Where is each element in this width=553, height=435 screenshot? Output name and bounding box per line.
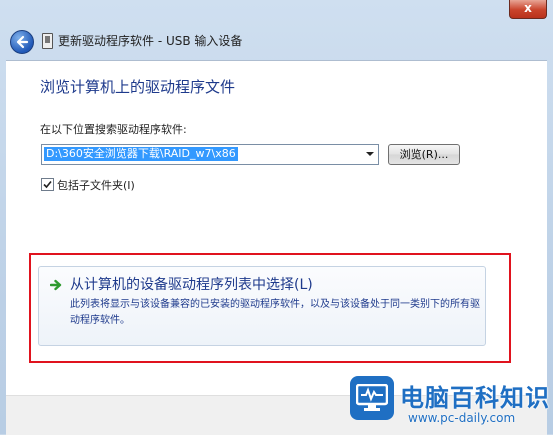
watermark: 电脑百科知识 www.pc-daily.com: [350, 372, 553, 434]
close-icon: x: [524, 1, 532, 15]
monitor-logo-icon: [350, 376, 394, 420]
close-button[interactable]: x: [509, 0, 547, 19]
watermark-url: www.pc-daily.com: [408, 411, 516, 425]
usb-device-icon: [42, 33, 53, 49]
chevron-down-icon[interactable]: [366, 152, 374, 156]
page-heading: 浏览计算机上的驱动程序文件: [40, 78, 236, 96]
watermark-name: 电脑百科知识: [400, 384, 550, 412]
checkmark-icon: [43, 180, 52, 189]
back-button[interactable]: [10, 30, 34, 54]
highlight-box: [29, 253, 511, 363]
window-title: 更新驱动程序软件 - USB 输入设备: [58, 34, 243, 48]
browse-button[interactable]: 浏览(R)...: [388, 144, 460, 165]
path-value[interactable]: D:\360安全浏览器下载\RAID_w7\x86: [44, 147, 238, 161]
back-arrow-icon: [16, 35, 29, 49]
include-subfolders-label[interactable]: 包括子文件夹(I): [57, 177, 135, 193]
search-location-label: 在以下位置搜索驱动程序软件:: [40, 123, 187, 136]
include-subfolders-checkbox[interactable]: [41, 178, 54, 191]
path-combobox[interactable]: D:\360安全浏览器下载\RAID_w7\x86: [41, 144, 379, 165]
